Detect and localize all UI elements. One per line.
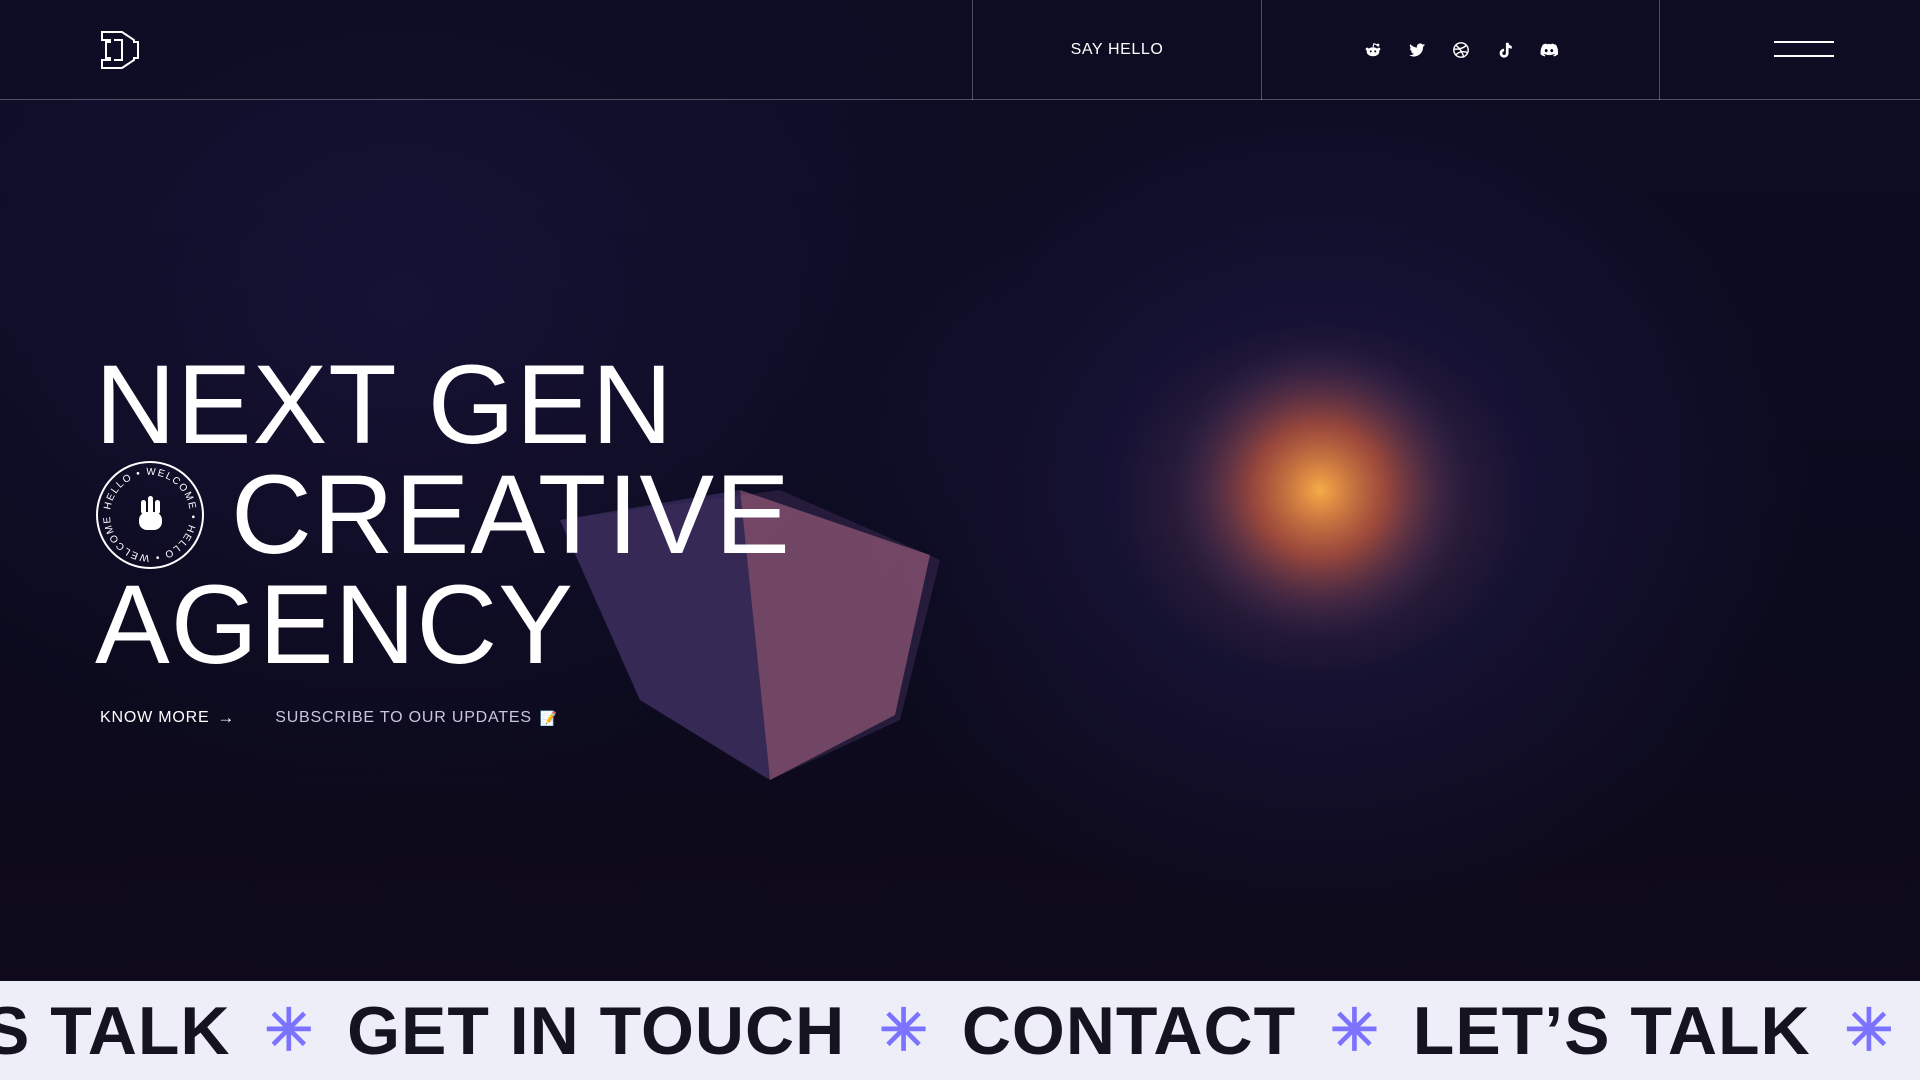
marquee-word: LET’S TALK <box>1412 992 1811 1069</box>
subscribe-link[interactable]: SUBSCRIBE TO OUR UPDATES 📝 <box>275 709 558 727</box>
hero-title: NEXT GEN HELLO • WELCOME • HELLO • WELCO… <box>92 342 791 687</box>
tiktok-icon[interactable] <box>1494 39 1516 61</box>
hero-cta-row: KNOW MORE → SUBSCRIBE TO OUR UPDATES 📝 <box>100 708 558 728</box>
menu-cell <box>1659 0 1920 100</box>
hero-title-line2-row: HELLO • WELCOME • HELLO • WELCOME • CREA… <box>92 452 791 577</box>
hero-title-line1: NEXT GEN <box>95 342 674 467</box>
hand-icon <box>139 496 162 530</box>
dribbble-icon[interactable] <box>1450 39 1472 61</box>
pen-paper-icon: 📝 <box>539 709 559 726</box>
asterisk-icon: ✳ <box>264 997 314 1063</box>
social-links <box>1261 0 1659 100</box>
asterisk-icon: ✳ <box>1844 997 1894 1063</box>
know-more-label: KNOW MORE <box>100 709 210 726</box>
asterisk-icon: ✳ <box>1330 997 1379 1063</box>
badge-left-text: HELLO <box>102 472 134 511</box>
hamburger-menu-icon[interactable] <box>1774 40 1834 60</box>
twitter-icon[interactable] <box>1406 39 1428 61</box>
welcome-badge: HELLO • WELCOME • HELLO • WELCOME • <box>92 452 205 570</box>
say-hello-cell: SAY HELLO <box>972 0 1261 100</box>
asterisk-icon: ✳ <box>879 997 928 1063</box>
reddit-icon[interactable] <box>1362 39 1384 61</box>
hero-title-line2: CREATIVE <box>231 452 791 577</box>
badge-right-text: HELLO <box>162 523 197 560</box>
arrow-right-icon: → <box>217 708 236 727</box>
hero-title-line3: AGENCY <box>95 562 574 687</box>
marquee-word: GET IN TOUCH <box>347 992 846 1069</box>
marquee-word: CONTACT <box>961 992 1297 1069</box>
contact-marquee[interactable]: S TALK✳GET IN TOUCH✳CONTACT✳LET’S TALK✳G… <box>0 981 1920 1080</box>
marquee-track: S TALK✳GET IN TOUCH✳CONTACT✳LET’S TALK✳G… <box>0 981 1920 1080</box>
svg-text:HELLO • WELCOME • HELLO • WELC: HELLO • WELCOME • HELLO • WELCOME • <box>95 460 198 563</box>
discord-icon[interactable] <box>1538 39 1560 61</box>
subscribe-label: SUBSCRIBE TO OUR UPDATES <box>275 709 532 726</box>
badge-top-text: WELCOME <box>146 467 198 511</box>
site-header: SAY HELLO <box>0 0 1920 100</box>
agency-logo[interactable] <box>98 28 142 72</box>
know-more-link[interactable]: KNOW MORE → <box>100 708 235 728</box>
marquee-word: S TALK <box>0 992 231 1069</box>
say-hello-button[interactable]: SAY HELLO <box>1071 41 1164 59</box>
